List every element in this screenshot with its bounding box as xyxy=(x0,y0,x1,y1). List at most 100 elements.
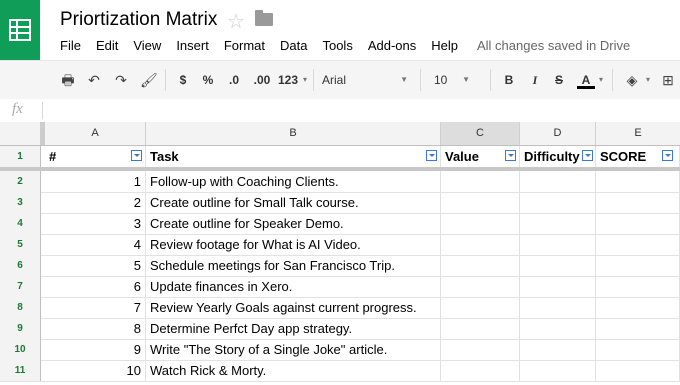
cell-score[interactable] xyxy=(596,213,680,234)
cell-task[interactable]: Create outline for Speaker Demo. xyxy=(146,213,441,234)
cell-number[interactable]: 6 xyxy=(45,276,146,297)
header-cell-task[interactable]: Task xyxy=(146,146,441,168)
cell-difficulty[interactable] xyxy=(520,297,596,318)
cell-number[interactable]: 3 xyxy=(45,213,146,234)
menu-help[interactable]: Help xyxy=(431,38,458,56)
cell-value[interactable] xyxy=(441,234,520,255)
column-header-c[interactable]: C xyxy=(441,122,520,145)
cell-task[interactable]: Review footage for What is AI Video. xyxy=(146,234,441,255)
header-cell-score[interactable]: SCORE xyxy=(596,146,680,168)
cell-value[interactable] xyxy=(441,339,520,360)
row-header[interactable]: 4 xyxy=(0,213,41,234)
more-formats-caret-icon[interactable]: ▾ xyxy=(301,71,309,89)
text-color-button[interactable]: A xyxy=(577,71,595,89)
cell-score[interactable] xyxy=(596,171,680,192)
cell-score[interactable] xyxy=(596,297,680,318)
cell-value[interactable] xyxy=(441,192,520,213)
menu-data[interactable]: Data xyxy=(280,38,307,56)
cell-value[interactable] xyxy=(441,360,520,381)
fill-color-icon[interactable]: ◈ xyxy=(624,72,640,88)
cell-difficulty[interactable] xyxy=(520,318,596,339)
decrease-decimal-button[interactable]: .0 xyxy=(226,71,242,89)
more-formats-button[interactable]: 123 xyxy=(276,71,300,89)
cell-score[interactable] xyxy=(596,192,680,213)
select-all-corner[interactable] xyxy=(0,122,41,145)
cell-number[interactable]: 5 xyxy=(45,255,146,276)
column-header-e[interactable]: E xyxy=(596,122,680,145)
percent-button[interactable]: % xyxy=(201,71,215,89)
cell-number[interactable]: 1 xyxy=(45,171,146,192)
header-cell-difficulty[interactable]: Difficulty xyxy=(520,146,596,168)
cell-difficulty[interactable] xyxy=(520,360,596,381)
header-cell-number[interactable]: # xyxy=(45,146,146,168)
column-header-d[interactable]: D xyxy=(520,122,596,145)
cell-value[interactable] xyxy=(441,318,520,339)
cell-difficulty[interactable] xyxy=(520,255,596,276)
fill-color-caret-icon[interactable]: ▾ xyxy=(644,71,652,89)
strikethrough-button[interactable]: S xyxy=(553,71,565,89)
star-icon[interactable]: ☆ xyxy=(227,9,245,34)
redo-icon[interactable]: ↷ xyxy=(113,72,129,88)
sheets-logo[interactable] xyxy=(0,0,40,60)
cell-score[interactable] xyxy=(596,318,680,339)
menu-add-ons[interactable]: Add-ons xyxy=(368,38,416,56)
cell-value[interactable] xyxy=(441,297,520,318)
cell-score[interactable] xyxy=(596,255,680,276)
cell-task[interactable]: Watch Rick & Morty. xyxy=(146,360,441,381)
column-header-b[interactable]: B xyxy=(146,122,441,145)
row-header[interactable]: 1 xyxy=(0,146,41,168)
menu-format[interactable]: Format xyxy=(224,38,265,56)
bold-button[interactable]: B xyxy=(503,71,515,89)
cell-score[interactable] xyxy=(596,276,680,297)
cell-task[interactable]: Write "The Story of a Single Joke" artic… xyxy=(146,339,441,360)
folder-icon[interactable] xyxy=(255,10,273,26)
row-header[interactable]: 9 xyxy=(0,318,41,339)
filter-icon[interactable] xyxy=(131,150,142,161)
menu-view[interactable]: View xyxy=(133,38,161,56)
cell-value[interactable] xyxy=(441,255,520,276)
cell-difficulty[interactable] xyxy=(520,339,596,360)
cell-number[interactable]: 4 xyxy=(45,234,146,255)
cell-number[interactable]: 9 xyxy=(45,339,146,360)
cell-task[interactable]: Review Yearly Goals against current prog… xyxy=(146,297,441,318)
undo-icon[interactable]: ↶ xyxy=(86,72,102,88)
row-header[interactable]: 8 xyxy=(0,297,41,318)
print-icon[interactable]: 🖶 xyxy=(60,72,76,88)
cell-score[interactable] xyxy=(596,234,680,255)
row-header[interactable]: 10 xyxy=(0,339,41,360)
menu-insert[interactable]: Insert xyxy=(176,38,209,56)
cell-task[interactable]: Determine Perfct Day app strategy. xyxy=(146,318,441,339)
row-header[interactable]: 6 xyxy=(0,255,41,276)
header-cell-value[interactable]: Value xyxy=(441,146,520,168)
cell-task[interactable]: Follow-up with Coaching Clients. xyxy=(146,171,441,192)
cell-value[interactable] xyxy=(441,276,520,297)
cell-value[interactable] xyxy=(441,171,520,192)
cell-score[interactable] xyxy=(596,339,680,360)
currency-button[interactable]: $ xyxy=(177,71,189,89)
font-size-select[interactable]: 10 ▼ xyxy=(434,70,474,90)
cell-task[interactable]: Update finances in Xero. xyxy=(146,276,441,297)
cell-number[interactable]: 8 xyxy=(45,318,146,339)
italic-button[interactable]: I xyxy=(529,71,541,89)
row-header[interactable]: 11 xyxy=(0,360,41,381)
paint-format-icon[interactable]: 🖌 xyxy=(140,72,158,88)
column-header-a[interactable]: A xyxy=(45,122,146,145)
increase-decimal-button[interactable]: .00 xyxy=(251,71,273,89)
cell-number[interactable]: 7 xyxy=(45,297,146,318)
filter-icon[interactable] xyxy=(662,150,673,161)
document-title[interactable]: Priortization Matrix xyxy=(60,9,217,31)
text-color-caret-icon[interactable]: ▾ xyxy=(597,71,605,89)
menu-edit[interactable]: Edit xyxy=(96,38,118,56)
cell-difficulty[interactable] xyxy=(520,192,596,213)
borders-icon[interactable]: ⊞ xyxy=(660,72,676,88)
row-header[interactable]: 2 xyxy=(0,171,41,192)
menu-tools[interactable]: Tools xyxy=(322,38,352,56)
cell-task[interactable]: Schedule meetings for San Francisco Trip… xyxy=(146,255,441,276)
cell-value[interactable] xyxy=(441,213,520,234)
cell-score[interactable] xyxy=(596,360,680,381)
filter-icon[interactable] xyxy=(582,150,593,161)
cell-task[interactable]: Create outline for Small Talk course. xyxy=(146,192,441,213)
cell-number[interactable]: 10 xyxy=(45,360,146,381)
row-header[interactable]: 7 xyxy=(0,276,41,297)
cell-difficulty[interactable] xyxy=(520,213,596,234)
